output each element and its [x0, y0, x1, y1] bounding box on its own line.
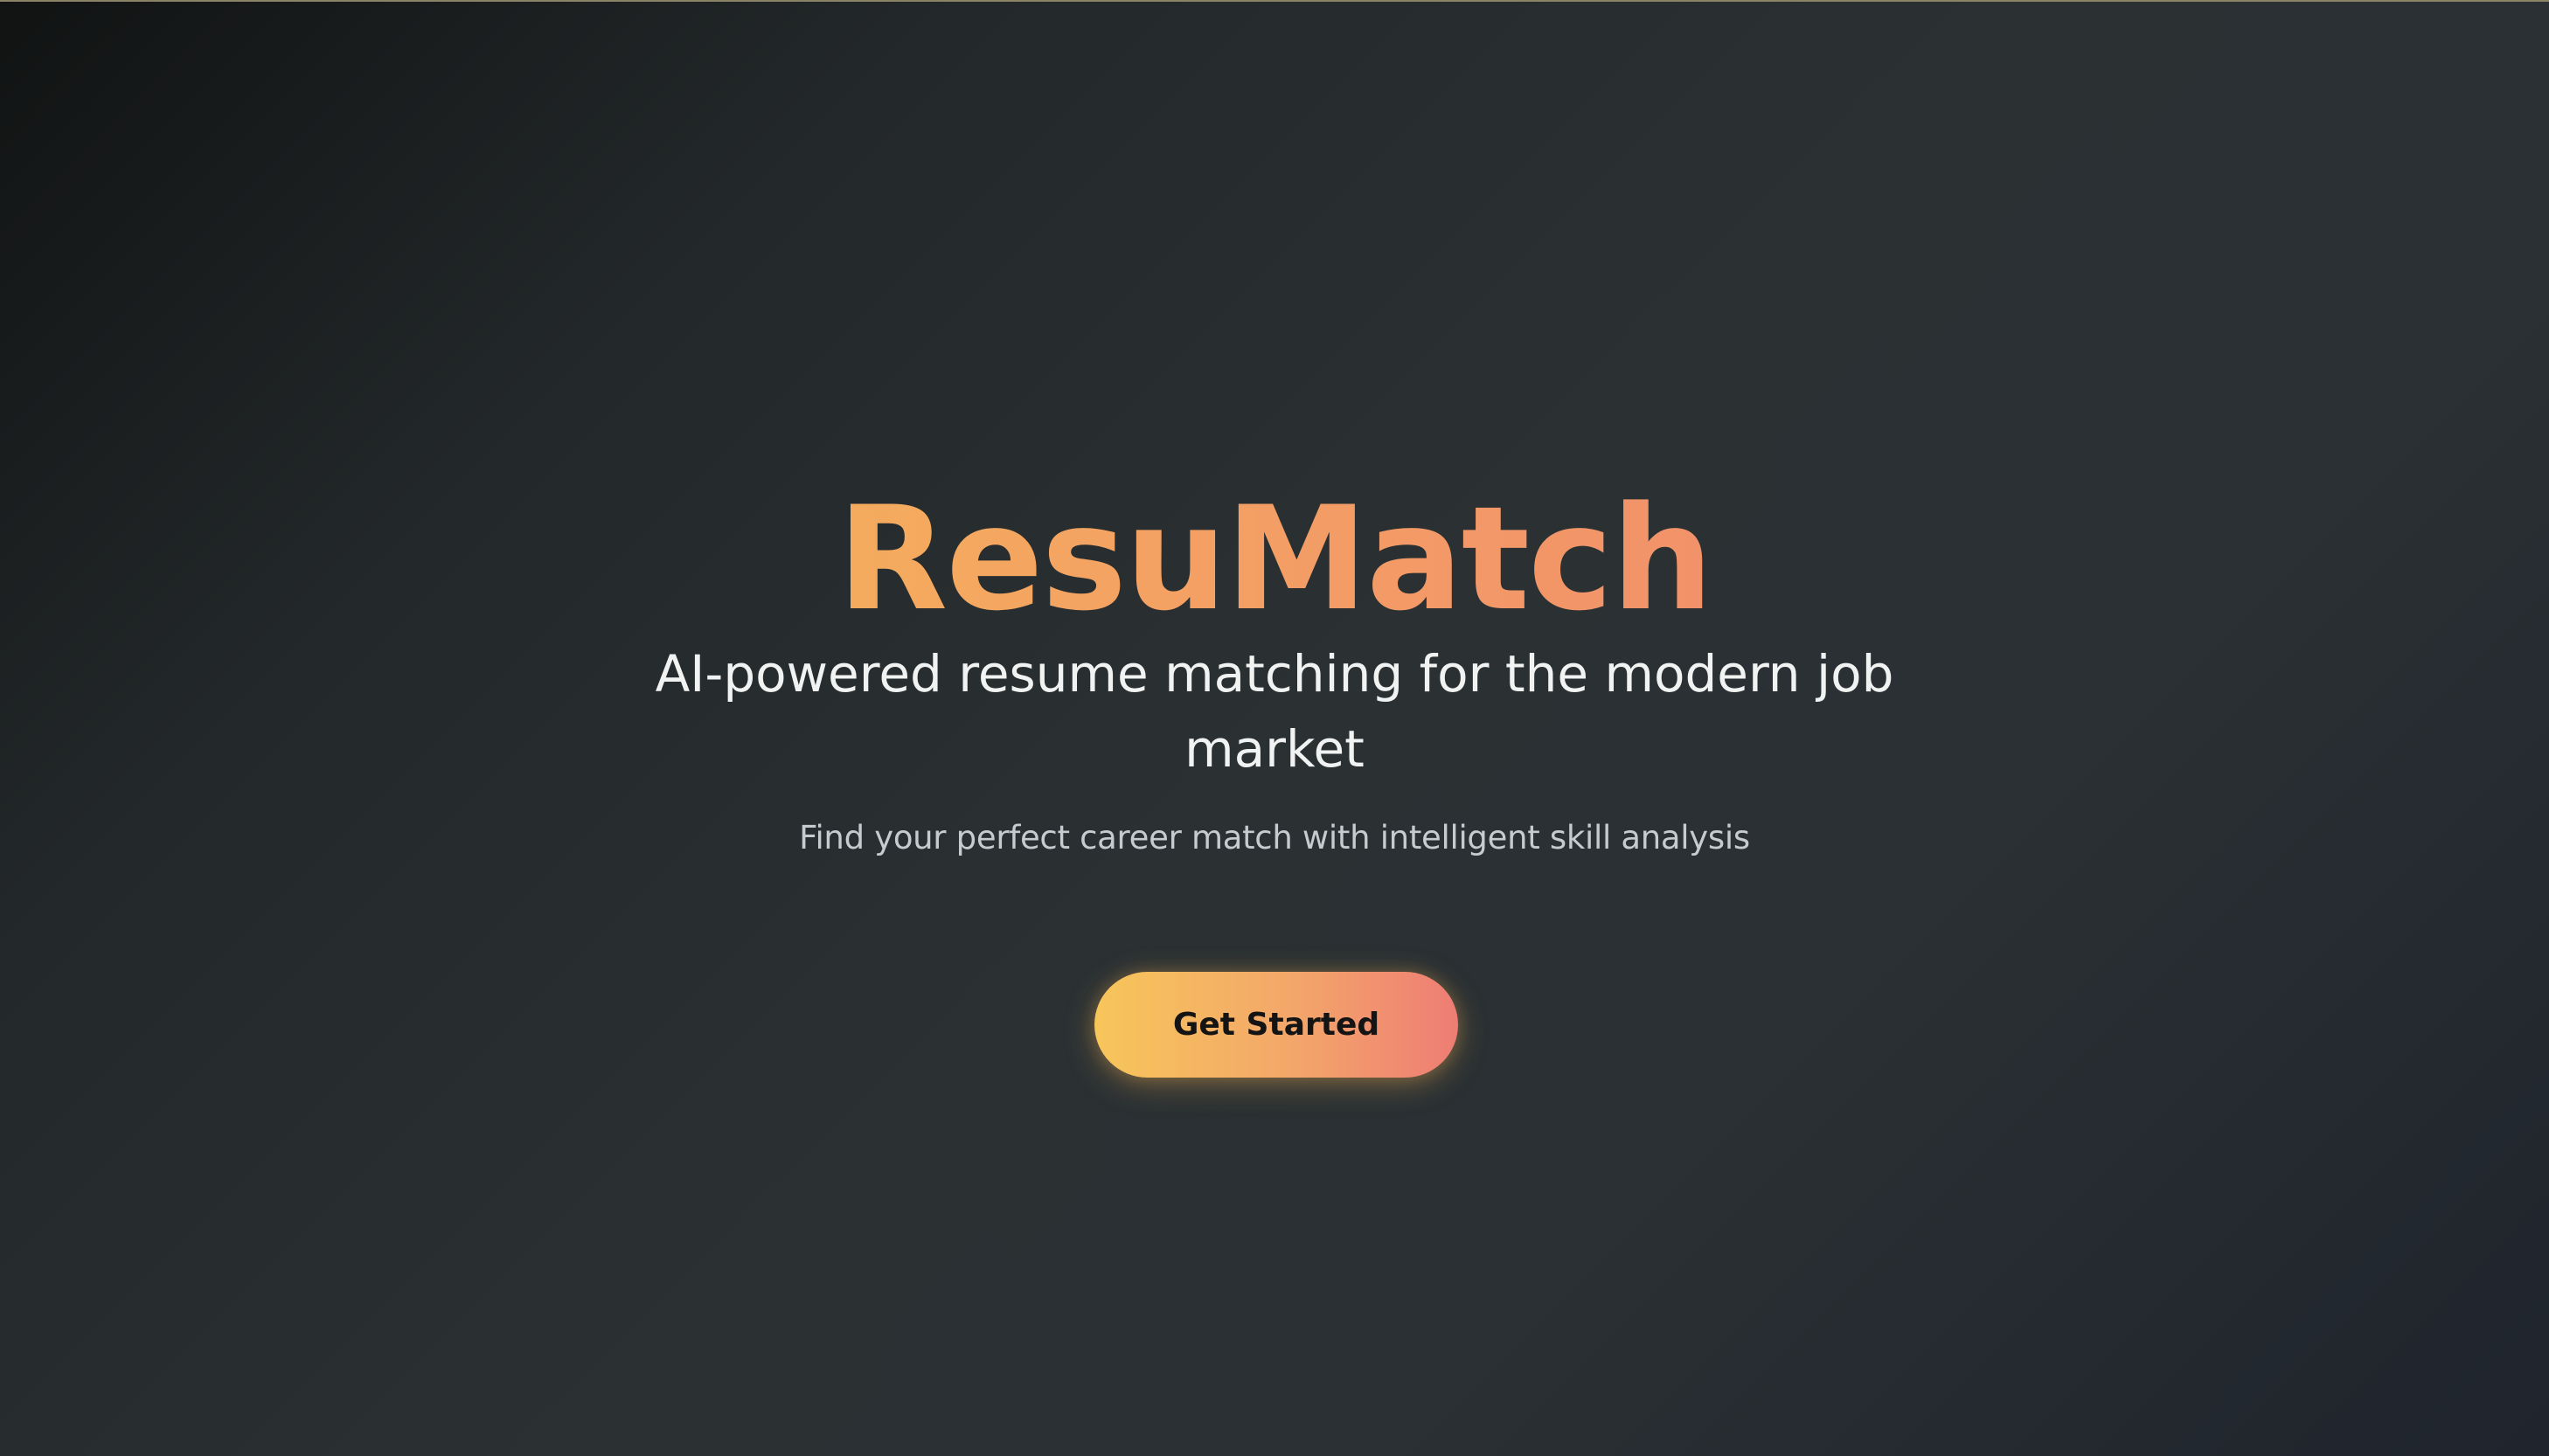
- hero-headline: AI-powered resume matching for the moder…: [655, 644, 1894, 779]
- hero-subheadline: Find your perfect career match with inte…: [799, 819, 1750, 856]
- get-started-button[interactable]: Get Started: [1094, 972, 1458, 1078]
- brand-title: ResuMatch: [0, 472, 2549, 647]
- hero-section: ResuMatch AI-powered resume matching for…: [0, 0, 2549, 1456]
